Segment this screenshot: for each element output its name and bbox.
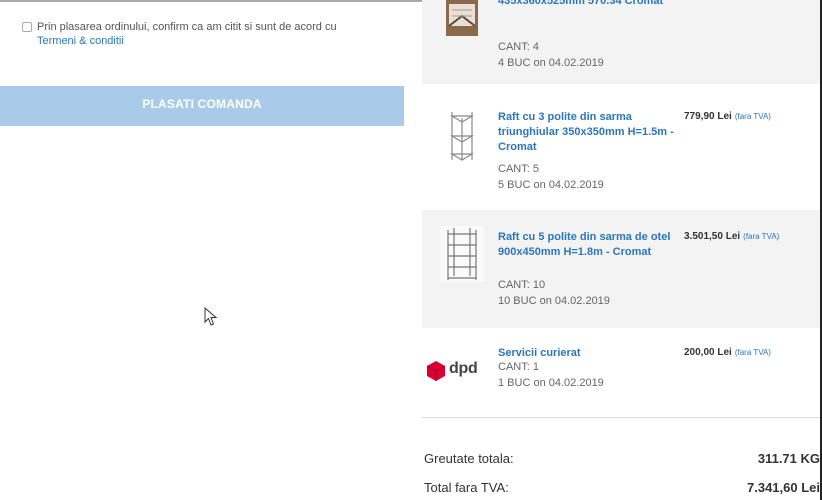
item-quantity: CANT: 1	[498, 361, 539, 373]
item-date: 1 BUC on 04.02.2019	[498, 377, 604, 389]
total-without-vat-value: 7.341,60 Lei	[747, 480, 820, 495]
summary-divider	[422, 417, 820, 418]
wire-shelf-icon	[440, 226, 484, 282]
item-price-tva: (fara TVA)	[734, 348, 771, 357]
cart-basket-icon	[446, 0, 478, 36]
item-name[interactable]: Raft cu 3 polite din sarma triunghiular …	[498, 110, 680, 155]
mouse-cursor-icon	[204, 307, 218, 326]
item-name[interactable]: Raft cu 5 polite din sarma de otel 900x4…	[498, 230, 680, 260]
item-date: 4 BUC on 04.02.2019	[498, 57, 604, 69]
place-order-button[interactable]: PLASATI COMANDA	[0, 86, 404, 126]
checkout-left-panel: Prin plasarea ordinului, confirm ca am c…	[0, 0, 404, 500]
item-name[interactable]: 435x360x525mm 570.34 Cromat	[498, 0, 680, 9]
terms-link[interactable]: Termeni & conditii	[37, 34, 392, 48]
dpd-logo-text: dpd	[449, 360, 478, 377]
item-price: 779,90 Lei (fara TVA)	[684, 111, 814, 122]
terms-checkbox[interactable]	[22, 22, 32, 32]
item-name[interactable]: Servicii curierat	[498, 346, 680, 361]
total-weight-label: Greutate totala:	[424, 451, 514, 466]
item-price-tva: (fara TVA)	[743, 232, 780, 241]
order-item: Raft cu 5 polite din sarma de otel 900x4…	[422, 210, 820, 328]
order-item: Raft cu 3 polite din sarma triunghiular …	[422, 90, 820, 202]
item-date: 5 BUC on 04.02.2019	[498, 179, 604, 191]
item-price-tva: (fara TVA)	[734, 112, 771, 121]
item-quantity: CANT: 5	[498, 163, 539, 175]
item-price: 200,00 Lei (fara TVA)	[684, 347, 814, 358]
corner-shelf-icon	[449, 112, 475, 161]
total-weight-row: Greutate totala: 311.71 KG	[422, 451, 820, 469]
item-price: 3.501,50 Lei (fara TVA)	[684, 231, 814, 242]
terms-agreement: Prin plasarea ordinului, confirm ca am c…	[22, 20, 392, 48]
dpd-cube-icon	[426, 361, 446, 381]
order-item: 435x360x525mm 570.34 Cromat CANT: 4 4 BU…	[422, 0, 820, 84]
order-summary-panel: 435x360x525mm 570.34 Cromat CANT: 4 4 BU…	[422, 0, 820, 500]
order-item: dpd Servicii curierat 200,00 Lei (fara TV…	[422, 336, 820, 412]
total-without-vat-label: Total fara TVA:	[424, 480, 509, 495]
item-quantity: CANT: 10	[498, 279, 546, 291]
terms-text: Prin plasarea ordinului, confirm ca am c…	[37, 21, 337, 33]
item-price-value: 3.501,50 Lei	[684, 231, 741, 242]
item-price-value: 200,00 Lei	[684, 347, 732, 358]
item-price-value: 779,90 Lei	[684, 111, 732, 122]
total-weight-value: 311.71 KG	[757, 451, 820, 466]
item-quantity: CANT: 4	[498, 41, 539, 53]
item-date: 10 BUC on 04.02.2019	[498, 295, 610, 307]
dpd-logo-icon: dpd	[426, 358, 496, 384]
total-without-vat-row: Total fara TVA: 7.341,60 Lei	[422, 480, 820, 498]
